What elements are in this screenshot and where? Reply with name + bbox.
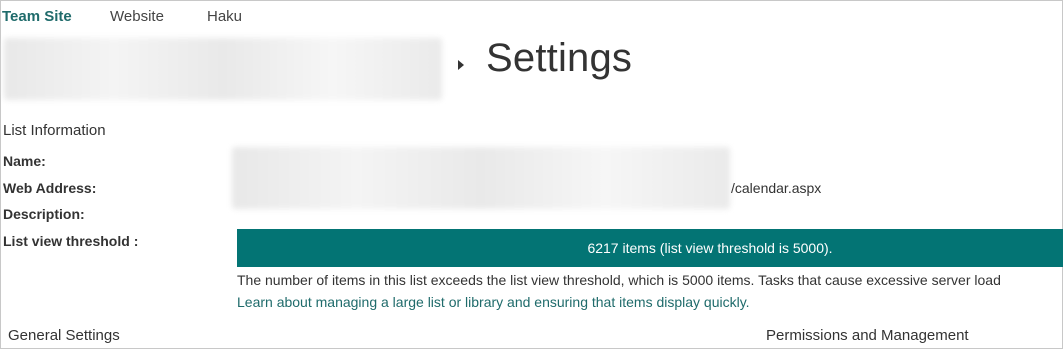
general-settings-heading: General Settings: [8, 327, 120, 344]
threshold-status-text: 6217 items (list view threshold is 5000)…: [587, 240, 833, 256]
web-address-label: Web Address:: [3, 180, 97, 196]
redacted-site-name: [4, 38, 442, 100]
tab-haku[interactable]: Haku: [207, 8, 242, 25]
list-information-heading: List Information: [3, 122, 106, 139]
tab-team-site[interactable]: Team Site: [2, 8, 72, 25]
page-title: Settings: [486, 36, 633, 80]
breadcrumb-arrow-icon: [458, 60, 464, 70]
tab-website[interactable]: Website: [110, 8, 164, 25]
permissions-heading: Permissions and Management: [766, 327, 969, 344]
name-label: Name:: [3, 153, 46, 169]
threshold-label: List view threshold :: [3, 233, 139, 249]
top-navigation: Team Site Website Haku: [0, 0, 1063, 34]
description-label: Description:: [3, 206, 85, 222]
learn-more-link[interactable]: Learn about managing a large list or lib…: [237, 294, 750, 310]
threshold-status-bar: 6217 items (list view threshold is 5000)…: [237, 229, 1063, 267]
web-address-suffix: /calendar.aspx: [731, 180, 822, 196]
threshold-warning-text: The number of items in this list exceeds…: [237, 272, 1001, 288]
redacted-list-details: [232, 147, 730, 209]
